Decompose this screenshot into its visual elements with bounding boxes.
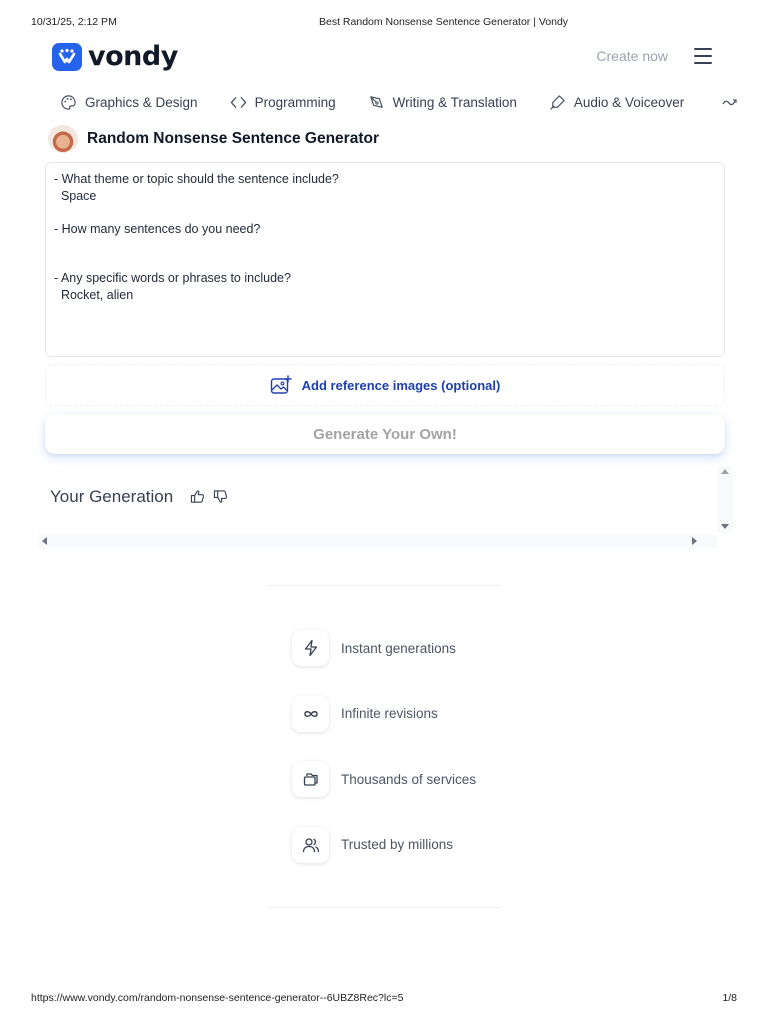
horizontal-scrollbar[interactable] <box>38 534 717 548</box>
logo-text: vondy <box>88 41 178 72</box>
generation-title: Your Generation <box>50 487 174 506</box>
vondy-logo-icon <box>52 43 82 71</box>
category-label: Audio & Voiceover <box>573 94 685 110</box>
features-list: Instant generations Infinite revisions T… <box>292 630 476 892</box>
feature-item: Thousands of services <box>292 761 476 797</box>
pen-icon <box>369 95 383 108</box>
layers-icon <box>292 761 329 797</box>
vertical-scrollbar[interactable] <box>717 465 733 533</box>
microphone-icon <box>550 94 565 110</box>
print-datetime: 10/31/25, 2:12 PM <box>31 16 117 28</box>
infinity-icon <box>292 695 329 732</box>
category-label: Graphics & Design <box>85 94 198 110</box>
divider-bottom <box>268 907 501 908</box>
add-reference-images-button[interactable]: Add reference images (optional) <box>45 364 725 406</box>
category-graphics-design[interactable]: Graphics & Design <box>60 94 198 111</box>
print-header: 10/31/25, 2:12 PM Best Random Nonsense S… <box>31 16 737 30</box>
trend-icon[interactable] <box>722 92 738 112</box>
divider-top <box>268 585 501 586</box>
add-image-icon <box>270 375 292 394</box>
top-bar: vondy Create now <box>50 40 718 74</box>
feature-label: Trusted by millions <box>341 837 454 852</box>
tool-avatar <box>48 125 78 153</box>
lightning-icon <box>292 630 329 666</box>
thumbs-up-icon[interactable] <box>190 489 205 504</box>
category-nav: Graphics & Design Programming Writing & … <box>60 92 738 112</box>
print-url: https://www.vondy.com/random-nonsense-se… <box>31 992 404 1004</box>
feature-label: Thousands of services <box>341 771 477 787</box>
category-writing-translation[interactable]: Writing & Translation <box>368 94 517 111</box>
print-page-number: 1/8 <box>722 992 737 1004</box>
hamburger-icon[interactable] <box>694 48 712 64</box>
palette-icon <box>61 94 76 110</box>
category-audio-voiceover[interactable]: Audio & Voiceover <box>549 94 684 111</box>
vondy-logo[interactable]: vondy <box>52 43 178 71</box>
feature-item: Trusted by millions <box>292 826 476 863</box>
category-label: Programming <box>254 94 336 110</box>
feature-label: Instant generations <box>341 640 456 656</box>
prompt-textarea[interactable]: - What theme or topic should the sentenc… <box>45 162 725 357</box>
feature-item: Infinite revisions <box>292 695 476 732</box>
generation-panel: Your Generation <box>38 463 733 548</box>
code-icon <box>230 96 246 108</box>
feature-item: Instant generations <box>292 630 476 666</box>
users-icon <box>292 826 329 863</box>
tool-title: Random Nonsense Sentence Generator <box>87 130 379 147</box>
tool-title-row: Random Nonsense Sentence Generator <box>48 125 379 153</box>
add-reference-label: Add reference images (optional) <box>301 377 501 393</box>
generate-button[interactable]: Generate Your Own! <box>45 414 725 454</box>
feature-label: Infinite revisions <box>341 706 438 721</box>
print-doc-title: Best Random Nonsense Sentence Generator … <box>319 16 569 28</box>
thumbs-down-icon[interactable] <box>213 489 228 504</box>
category-label: Writing & Translation <box>392 94 517 110</box>
create-now-link[interactable]: Create now <box>596 48 668 64</box>
category-programming[interactable]: Programming <box>230 94 336 111</box>
print-footer: https://www.vondy.com/random-nonsense-se… <box>31 992 737 1006</box>
